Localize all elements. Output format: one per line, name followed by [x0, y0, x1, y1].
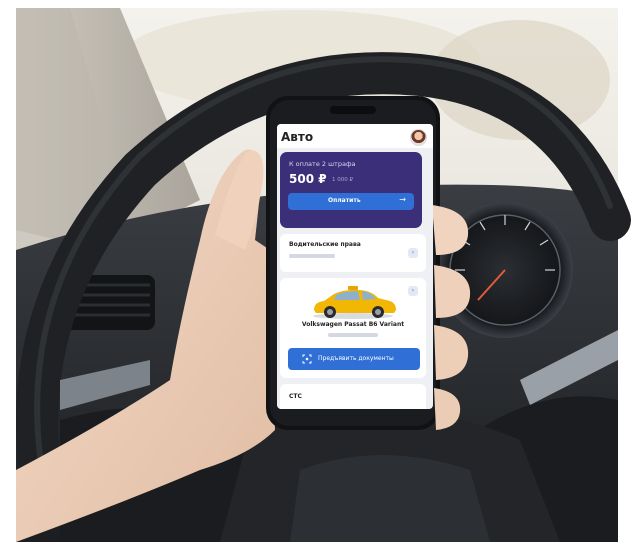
vehicle-title: Volkswagen Passat B6 Variant [301, 321, 405, 328]
arrow-right-icon: → [399, 195, 406, 204]
chevron-right-icon[interactable]: › [408, 248, 418, 258]
taxi-car-image [313, 286, 396, 319]
license-label: Водительские права [289, 241, 361, 248]
fines-label: К оплате 2 штрафа [289, 160, 356, 168]
show-documents-label: Предъявить документы [318, 355, 394, 362]
show-documents-button[interactable]: Предъявить документы [288, 348, 420, 370]
vehicle-card[interactable]: › Volkswagen Passat B6 Variant Предъявит… [280, 278, 426, 378]
fines-old-amount: 1 000 ₽ [332, 177, 353, 183]
sts-label: СТС [289, 393, 302, 400]
sts-card[interactable]: СТС [280, 384, 426, 409]
app-header: Авто [277, 124, 433, 148]
fines-amount: 500 ₽ [289, 172, 327, 186]
license-number-redacted [289, 254, 335, 258]
avatar[interactable] [410, 129, 427, 146]
pay-button[interactable]: Оплатить → [288, 193, 414, 210]
pay-button-label: Оплатить [328, 197, 361, 204]
scan-frame-icon [302, 354, 312, 364]
vehicle-plate-redacted [328, 333, 378, 337]
drivers-license-card[interactable]: Водительские права › [280, 234, 426, 272]
fines-card[interactable]: К оплате 2 штрафа 500 ₽ 1 000 ₽ Оплатить… [280, 152, 422, 228]
phone-screen: Авто К оплате 2 штрафа 500 ₽ 1 000 ₽ Опл… [277, 124, 433, 409]
page-title: Авто [281, 130, 314, 144]
chevron-right-icon[interactable]: › [408, 286, 418, 296]
